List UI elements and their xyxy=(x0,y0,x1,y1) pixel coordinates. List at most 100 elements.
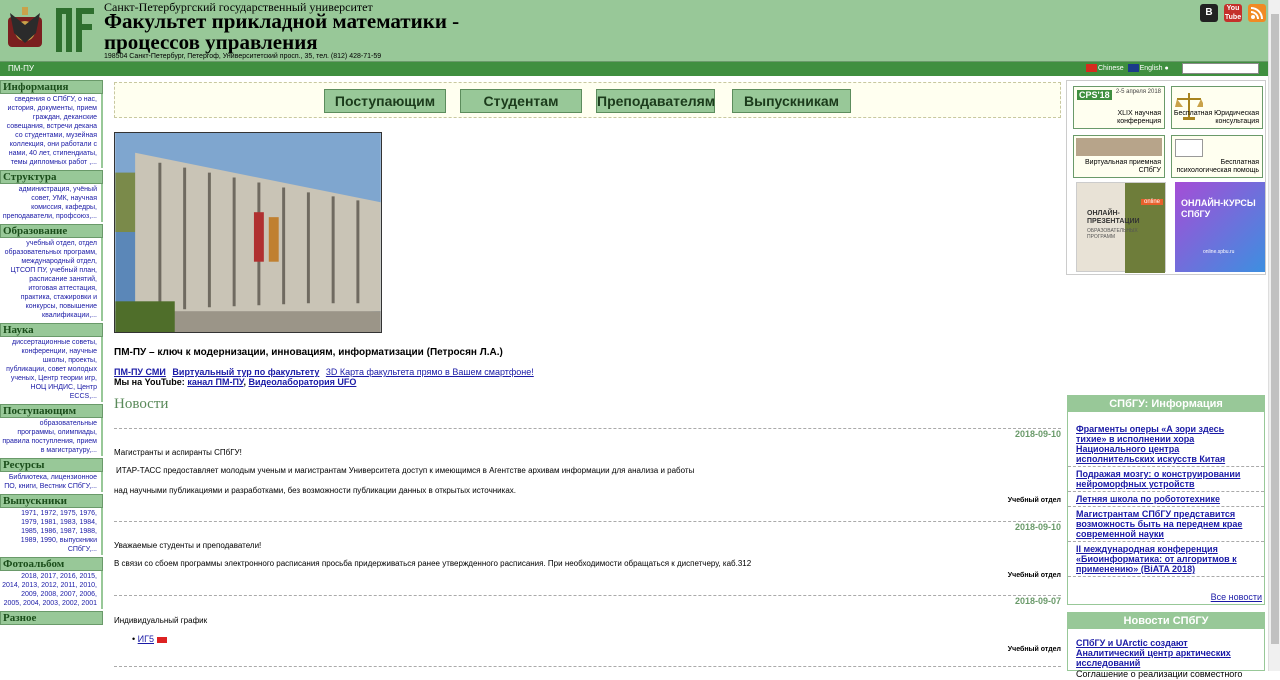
search-input[interactable] xyxy=(1182,63,1259,74)
news-attachment[interactable]: • ИГ5 xyxy=(132,634,167,644)
sidebar-heading[interactable]: Разное xyxy=(0,611,103,625)
sidebar-section: Выпускники 1971, 1972, 1975, 1976, 1979, … xyxy=(0,494,103,555)
spbu-info-item: Летняя школа по робототехнике xyxy=(1068,492,1264,507)
site-header: Санкт-Петербургский государственный унив… xyxy=(0,0,1268,62)
ig5-link[interactable]: ИГ5 xyxy=(138,634,154,644)
news-text: над научными публикациями и разработками… xyxy=(114,486,516,495)
news-date: 2018-09-10 xyxy=(1014,429,1061,439)
sidebar-links[interactable]: сведения о СПбГУ, о нас, история, докуме… xyxy=(0,94,103,168)
sidebar-links[interactable]: диссертационные советы, конференции, нау… xyxy=(0,337,103,402)
spbu-info-item: Фрагменты оперы «А зори здесь тихие» в и… xyxy=(1068,422,1264,467)
news-text: В связи со сбоем программы электронного … xyxy=(114,559,752,568)
spbu-info-link[interactable]: Магистрантам СПбГУ представится возможно… xyxy=(1076,509,1242,539)
audience-menu: Поступающим Студентам Преподавателям Вып… xyxy=(114,82,1061,118)
language-switcher: Chinese English ● xyxy=(1086,64,1169,72)
news-date: 2018-09-07 xyxy=(1014,596,1061,606)
menu-applicants-button[interactable]: Поступающим xyxy=(324,89,446,113)
news-text: Магистранты и аспиранты СПбГУ! xyxy=(114,448,242,457)
youtube-links: Мы на YouTube: канал ПМ-ПУ, Видеолаборат… xyxy=(114,377,357,387)
search-dot-icon: ● xyxy=(1164,64,1169,72)
video-lab-link[interactable]: Видеолаборатория UFO xyxy=(249,377,357,387)
sidebar-heading[interactable]: Фотоальбом xyxy=(0,557,103,571)
promo-legal[interactable]: Бесплатная Юридическая консультация xyxy=(1171,86,1263,129)
sidebar-links[interactable]: 1971, 1972, 1975, 1976, 1979, 1981, 1983… xyxy=(0,508,103,555)
promo-date: 2-5 апреля 2018 xyxy=(1115,89,1161,95)
sidebar-heading[interactable]: Наука xyxy=(0,323,103,337)
media-links: ПМ-ПУ СМИ Виртуальный тур по факультету … xyxy=(114,367,538,377)
sidebar-heading[interactable]: Образование xyxy=(0,224,103,238)
faculty-logo-icon xyxy=(52,2,98,58)
scrollbar-thumb[interactable] xyxy=(1271,14,1279,644)
spbu-info-link[interactable]: Фрагменты оперы «А зори здесь тихие» в и… xyxy=(1076,424,1225,464)
spbu-info-item: II международная конференция «Биоинформа… xyxy=(1068,542,1264,577)
faculty-building-photo xyxy=(114,132,382,333)
rss-icon[interactable] xyxy=(1248,4,1266,22)
online-presentations-subtitle: ОБРАЗОВАТЕЛЬНЫХ ПРОГРАММ xyxy=(1087,228,1138,240)
online-presentations-banner[interactable]: online ОНЛАЙН-ПРЕЗЕНТАЦИИ ОБРАЗОВАТЕЛЬНЫ… xyxy=(1076,182,1166,273)
news-date: 2018-09-10 xyxy=(1014,522,1061,532)
smi-link[interactable]: ПМ-ПУ СМИ xyxy=(114,367,166,377)
news-item: 2018-09-10 Уважаемые студенты и преподав… xyxy=(114,519,1061,589)
spbu-info-box: СПбГУ: Информация Фрагменты оперы «А зор… xyxy=(1067,395,1265,605)
address: 198504 Санкт-Петербург, Петергоф, Универ… xyxy=(104,53,382,60)
sidebar-links[interactable]: 2018, 2017, 2016, 2015, 2014, 2013, 2012… xyxy=(0,571,103,609)
sidebar-section: Информация сведения о СПбГУ, о нас, истор… xyxy=(0,80,103,168)
all-news-link[interactable]: Все новости xyxy=(1211,592,1262,602)
promo-virtual-office[interactable]: Виртуальная приемная СПбГУ xyxy=(1073,135,1165,178)
sidebar-links[interactable]: образовательные программы, олимпиады, пр… xyxy=(0,418,103,456)
faculty-title-line2: процессов управления xyxy=(104,30,318,54)
youtube-channel-link[interactable]: канал ПМ-ПУ xyxy=(187,377,243,387)
sidebar-heading[interactable]: Структура xyxy=(0,170,103,184)
spbu-news-item-link[interactable]: СПбГУ и UArctic создают Аналитический це… xyxy=(1076,638,1231,668)
building-icon xyxy=(1076,138,1162,156)
youtube-icon[interactable]: You Tube xyxy=(1224,4,1242,22)
menu-graduates-button[interactable]: Выпускникам xyxy=(732,89,851,113)
spbu-news-item-text: Соглашение о реализации совместного xyxy=(1076,669,1243,679)
promo-title: XLIX научная конференция xyxy=(1117,110,1161,125)
sidebar-heading[interactable]: Ресурсы xyxy=(0,458,103,472)
map3d-link[interactable]: 3D Карта факультета прямо в Вашем смартф… xyxy=(326,367,534,377)
news-signature: Учебный отдел xyxy=(1007,572,1061,579)
spbu-info-link[interactable]: II международная конференция «Биоинформа… xyxy=(1076,544,1237,574)
sidebar-heading[interactable]: Поступающим xyxy=(0,404,103,418)
news-signature: Учебный отдел xyxy=(1007,497,1061,504)
news-item: 2018-09-10 Магистранты и аспиранты СПбГУ… xyxy=(114,426,1061,516)
online-courses-banner[interactable]: ОНЛАЙН-КУРСЫ СПбГУ online.spbu.ru xyxy=(1175,182,1265,272)
spbu-news-title: Новости СПбГУ xyxy=(1068,613,1264,629)
spbu-info-link[interactable]: Летняя школа по робототехнике xyxy=(1076,494,1220,504)
youtube-prefix: Мы на YouTube: xyxy=(114,377,185,387)
left-sidebar: Информация сведения о СПбГУ, о нас, истор… xyxy=(0,78,103,671)
slogan: ПМ-ПУ – ключ к модернизации, инновациям,… xyxy=(114,347,503,358)
online-courses-url: online.spbu.ru xyxy=(1203,249,1235,255)
sidebar-heading[interactable]: Выпускники xyxy=(0,494,103,508)
sidebar-heading[interactable]: Информация xyxy=(0,80,103,94)
scrollbar[interactable] xyxy=(1268,0,1280,671)
sidebar-links[interactable]: учебный отдел, отдел образовательных про… xyxy=(0,238,103,321)
home-link[interactable]: ПМ-ПУ xyxy=(8,64,34,73)
promo-title: Бесплатная Юридическая консультация xyxy=(1173,110,1259,125)
sidebar-links[interactable]: администрация, учёный совет, УМК, научна… xyxy=(0,184,103,222)
promo-psychology[interactable]: Бесплатная психологическая помощь xyxy=(1171,135,1263,178)
sidebar-links[interactable]: Библиотека, лицензионное ПО, книги, Вест… xyxy=(0,472,103,492)
lang-chinese[interactable]: Chinese xyxy=(1098,65,1124,72)
news-text: Индивидуальный график xyxy=(114,616,208,625)
news-text: ИТАР-ТАСС предоставляет молодым ученым и… xyxy=(116,466,695,475)
menu-students-button[interactable]: Студентам xyxy=(460,89,582,113)
sidebar-section: Ресурсы Библиотека, лицензионное ПО, книг… xyxy=(0,458,103,492)
spbu-info-title: СПбГУ: Информация xyxy=(1068,396,1264,412)
news-heading: Новости xyxy=(114,396,169,412)
sidebar-section: Поступающим образовательные программы, ол… xyxy=(0,404,103,456)
vk-icon[interactable]: В xyxy=(1200,4,1218,22)
lang-english[interactable]: English xyxy=(1140,65,1163,72)
menu-teachers-button[interactable]: Преподавателям xyxy=(596,89,715,113)
sidebar-section: Разное xyxy=(0,611,103,625)
psychology-logo-icon xyxy=(1175,139,1203,157)
china-flag-icon[interactable] xyxy=(1086,64,1097,72)
spbu-info-item: Подражая мозгу: о конструировании нейром… xyxy=(1068,467,1264,492)
virtual-tour-link[interactable]: Виртуальный тур по факультету xyxy=(172,367,319,377)
promo-title: Виртуальная приемная СПбГУ xyxy=(1085,159,1161,174)
promo-conference[interactable]: CPS'18 2-5 апреля 2018 XLIX научная конф… xyxy=(1073,86,1165,129)
spbu-info-link[interactable]: Подражая мозгу: о конструировании нейром… xyxy=(1076,469,1240,489)
uk-flag-icon[interactable] xyxy=(1127,64,1139,72)
pdf-icon xyxy=(156,636,167,643)
